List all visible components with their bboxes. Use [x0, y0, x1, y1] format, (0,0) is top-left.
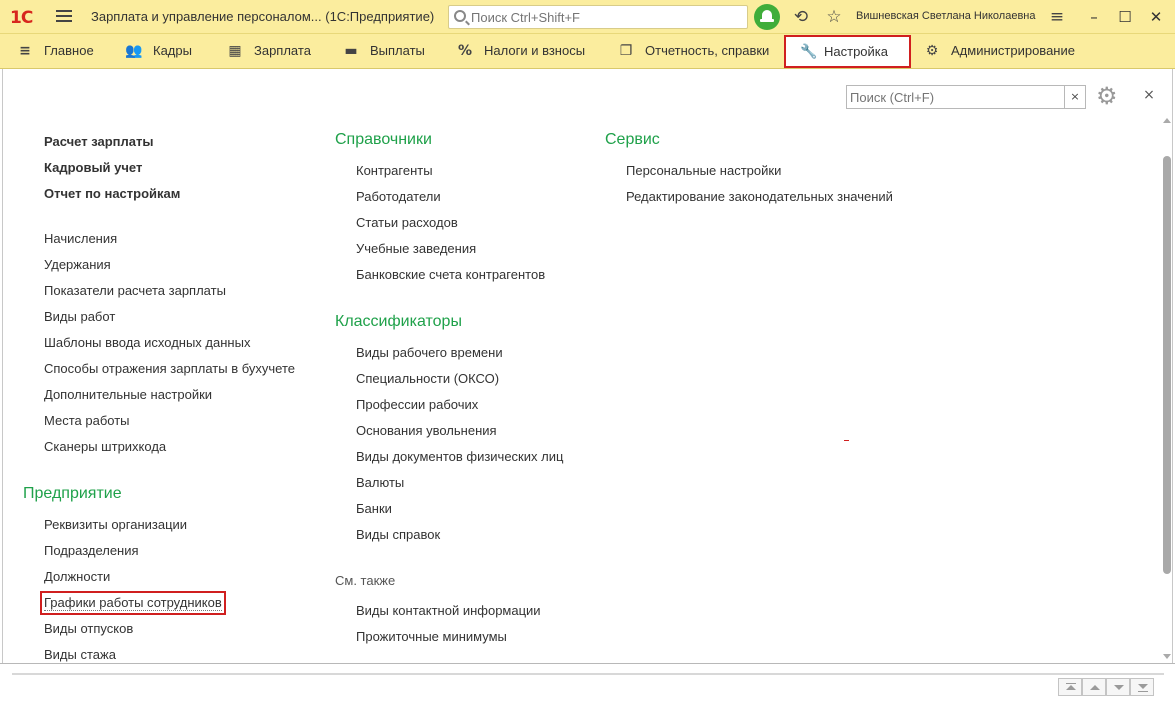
current-user[interactable]: Вишневская Светлана Николаевна: [856, 10, 1036, 22]
wallet-icon: ▬: [344, 43, 358, 59]
documents-icon: ❐: [619, 43, 633, 59]
link-organization-details[interactable]: Реквизиты организации: [44, 517, 187, 533]
link-id-document-types[interactable]: Виды документов физических лиц: [356, 449, 563, 465]
scroll-page-up-button[interactable]: [1082, 678, 1106, 696]
link-subsistence-minimums[interactable]: Прожиточные минимумы: [356, 629, 507, 645]
section-label: Зарплата: [254, 43, 311, 58]
bottom-bar: [0, 663, 1175, 709]
link-work-types[interactable]: Виды работ: [44, 309, 115, 325]
section-taxes[interactable]: % Налоги и взносы: [456, 34, 585, 68]
classifiers-header: Классификаторы: [335, 313, 462, 330]
scroll-top-button[interactable]: [1058, 678, 1082, 696]
section-salary[interactable]: ▦ Зарплата: [226, 34, 311, 68]
close-window-button[interactable]: ✕: [1145, 6, 1167, 28]
link-banks[interactable]: Банки: [356, 501, 392, 517]
link-salary-indicators[interactable]: Показатели расчета зарплаты: [44, 283, 226, 299]
link-accounting-methods[interactable]: Способы отражения зарплаты в бухучете: [44, 361, 295, 377]
link-specialties-okso[interactable]: Специальности (ОКСО): [356, 371, 499, 387]
section-label: Налоги и взносы: [484, 43, 586, 58]
favorites-star-icon[interactable]: ☆: [824, 7, 844, 27]
section-label: Отчетность, справки: [645, 43, 770, 58]
references-header: Справочники: [335, 131, 432, 148]
scroll-thumb[interactable]: [1163, 156, 1171, 574]
link-dismissal-grounds[interactable]: Основания увольнения: [356, 423, 497, 439]
panel-search[interactable]: [846, 85, 1066, 109]
global-search[interactable]: [448, 5, 748, 29]
calculator-icon: ▦: [228, 43, 242, 59]
link-label: Графики работы сотрудников: [44, 595, 222, 611]
link-hr-accounting[interactable]: Кадровый учет: [44, 160, 142, 176]
section-label: Настройка: [824, 44, 888, 59]
link-positions[interactable]: Должности: [44, 569, 110, 585]
scroll-page-down-button[interactable]: [1106, 678, 1130, 696]
window-title: Зарплата и управление персоналом... (1С:…: [91, 9, 435, 24]
see-also-header: См. также: [335, 573, 396, 588]
sections-bar: ≡ Главное 👥 Кадры ▦ Зарплата ▬ Выплаты % Нало…: [0, 34, 1175, 69]
section-settings[interactable]: 🔧 Настройка: [784, 35, 911, 68]
panel-search-input[interactable]: [850, 88, 1060, 106]
link-personal-settings[interactable]: Персональные настройки: [626, 163, 781, 179]
link-counterparty-bank-accounts[interactable]: Банковские счета контрагентов: [356, 267, 545, 283]
link-barcode-scanners[interactable]: Сканеры штрихкода: [44, 439, 166, 455]
panel-settings-gear-icon[interactable]: ⚙: [1096, 82, 1126, 110]
history-icon[interactable]: ⟲: [791, 7, 811, 27]
link-input-templates[interactable]: Шаблоны ввода исходных данных: [44, 335, 250, 351]
section-reports[interactable]: ❐ Отчетность, справки: [617, 34, 770, 68]
link-leave-types[interactable]: Виды отпусков: [44, 621, 133, 637]
enterprise-header: Предприятие: [23, 485, 122, 502]
section-administration[interactable]: ⚙ Администрирование: [923, 34, 1075, 68]
scroll-up-arrow-icon[interactable]: [1163, 118, 1171, 123]
link-counterparties[interactable]: Контрагенты: [356, 163, 433, 179]
section-label: Администрирование: [951, 43, 1075, 58]
link-contact-info-types[interactable]: Виды контактной информации: [356, 603, 541, 619]
link-deductions[interactable]: Удержания: [44, 257, 111, 273]
scroll-down-arrow-icon[interactable]: [1163, 654, 1171, 659]
link-legislative-values[interactable]: Редактирование законодательных значений: [626, 189, 893, 205]
minimize-button[interactable]: –: [1083, 6, 1105, 28]
link-employers[interactable]: Работодатели: [356, 189, 441, 205]
link-seniority-types[interactable]: Виды стажа: [44, 647, 116, 663]
notifications-bell-icon[interactable]: [754, 4, 780, 30]
section-hr[interactable]: 👥 Кадры: [125, 34, 192, 68]
link-employee-work-schedules[interactable]: Графики работы сотрудников: [40, 591, 226, 615]
link-workplaces[interactable]: Места работы: [44, 413, 130, 429]
search-icon: [454, 10, 466, 22]
divider: [12, 673, 1164, 675]
section-payments[interactable]: ▬ Выплаты: [342, 34, 425, 68]
link-additional-settings[interactable]: Дополнительные настройки: [44, 387, 212, 403]
section-label: Главное: [44, 43, 94, 58]
service-header: Сервис: [605, 131, 660, 148]
clear-search-button[interactable]: ×: [1064, 85, 1086, 109]
link-settings-report[interactable]: Отчет по настройкам: [44, 186, 180, 202]
section-label: Выплаты: [370, 43, 425, 58]
section-main[interactable]: ≡ Главное: [16, 34, 94, 68]
link-work-time-types[interactable]: Виды рабочего времени: [356, 345, 503, 361]
settings-menu-icon[interactable]: ≡: [1047, 7, 1067, 27]
section-label: Кадры: [153, 43, 192, 58]
link-worker-professions[interactable]: Профессии рабочих: [356, 397, 478, 413]
link-accruals[interactable]: Начисления: [44, 231, 117, 247]
vertical-scrollbar[interactable]: [1162, 118, 1172, 663]
scroll-bottom-button[interactable]: [1130, 678, 1154, 696]
link-salary-calculation[interactable]: Расчет зарплаты: [44, 134, 153, 150]
link-certificate-types[interactable]: Виды справок: [356, 527, 440, 543]
wrench-icon: 🔧: [800, 44, 818, 60]
link-educational-institutions[interactable]: Учебные заведения: [356, 241, 476, 257]
main-menu-icon[interactable]: [56, 10, 72, 23]
maximize-button[interactable]: ☐: [1114, 6, 1136, 28]
menu-icon: ≡: [19, 43, 31, 59]
link-currencies[interactable]: Валюты: [356, 475, 404, 491]
close-panel-button[interactable]: ×: [1142, 86, 1156, 104]
link-expense-items[interactable]: Статьи расходов: [356, 215, 458, 231]
percent-icon: %: [457, 43, 473, 59]
global-search-input[interactable]: [471, 8, 741, 26]
title-bar: 1С Зарплата и управление персоналом... (…: [0, 0, 1175, 34]
link-departments[interactable]: Подразделения: [44, 543, 139, 559]
stray-mark: [844, 440, 849, 441]
app-logo[interactable]: 1С: [10, 8, 33, 28]
people-icon: 👥: [125, 43, 143, 59]
gear-icon: ⚙: [925, 43, 939, 59]
